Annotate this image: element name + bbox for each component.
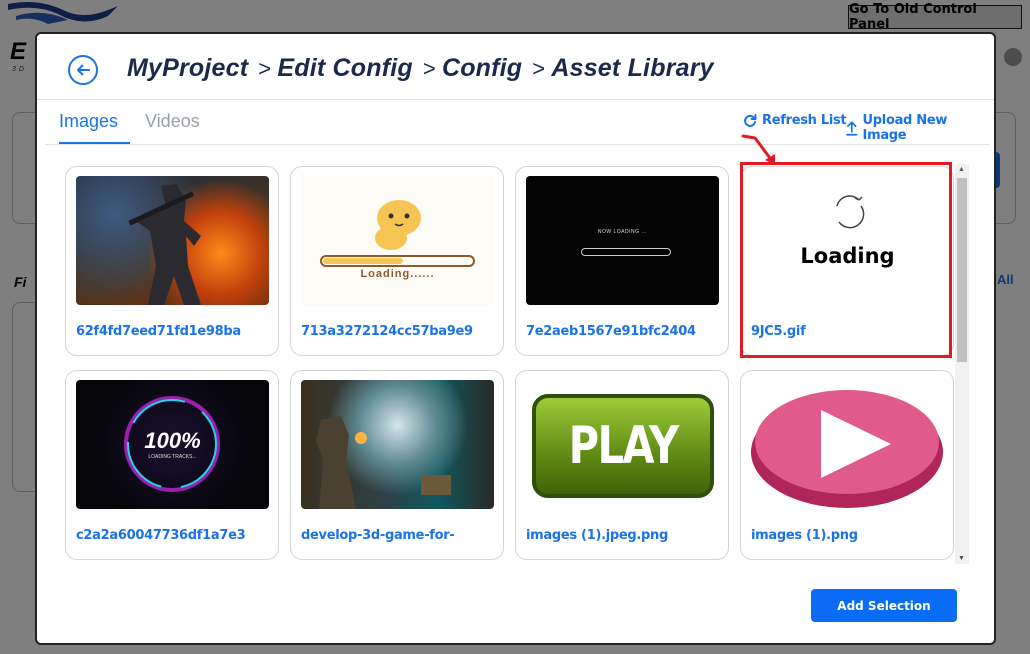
breadcrumb-separator: > bbox=[532, 55, 546, 81]
asset-card-label: 62f4fd7eed71fd1e98ba bbox=[76, 324, 241, 339]
loading-bar-graphic bbox=[581, 248, 671, 256]
scroll-down-icon[interactable]: ▼ bbox=[958, 555, 965, 562]
thumb-caption: NOW LOADING ... bbox=[597, 229, 648, 235]
breadcrumb: MyProject > Edit Config > Config > Asset… bbox=[127, 54, 714, 83]
hamster-icon bbox=[320, 200, 475, 267]
asset-card[interactable]: images (1).png bbox=[740, 370, 954, 560]
asset-card[interactable]: develop-3d-game-for- bbox=[290, 370, 504, 560]
play-button-image: PLAY bbox=[526, 380, 719, 509]
asset-card[interactable]: 100% LOADING TRACKS... c2a2a60047736df1a… bbox=[65, 370, 279, 560]
tab-videos[interactable]: Videos bbox=[145, 111, 200, 142]
modal-header: MyProject > Edit Config > Config > Asset… bbox=[37, 34, 994, 100]
grid-scrollbar[interactable]: ▲ ▼ bbox=[955, 164, 969, 564]
breadcrumb-separator: > bbox=[258, 55, 272, 81]
asset-card[interactable]: PLAY images (1).jpeg.png bbox=[515, 370, 729, 560]
upload-icon bbox=[846, 120, 858, 136]
pink-play-image bbox=[751, 380, 944, 509]
back-button[interactable] bbox=[68, 55, 98, 85]
breadcrumb-myproject[interactable]: MyProject bbox=[127, 54, 248, 83]
annotation-arrow-icon bbox=[741, 134, 775, 165]
play-button-graphic: PLAY bbox=[532, 394, 714, 498]
media-tabs: Images Videos Refresh List Upload New Im… bbox=[45, 101, 990, 145]
asset-card[interactable]: NOW LOADING ... 7e2aeb1567e91bfc2404 bbox=[515, 166, 729, 356]
breadcrumb-edit-config[interactable]: Edit Config bbox=[277, 54, 413, 83]
asset-library-modal: MyProject > Edit Config > Config > Asset… bbox=[35, 32, 996, 645]
soldier-silhouette-icon bbox=[316, 416, 451, 509]
refresh-icon bbox=[744, 113, 757, 127]
soldier-fire-image bbox=[76, 176, 269, 305]
refresh-list-label: Refresh List bbox=[762, 113, 847, 128]
soldiers-street-image bbox=[301, 380, 494, 509]
upload-new-image-label: Upload New Image bbox=[862, 113, 948, 143]
breadcrumb-separator: > bbox=[422, 55, 436, 81]
asset-card-label: c2a2a60047736df1a7e3 bbox=[76, 528, 246, 543]
thumb-caption: 100% bbox=[144, 428, 201, 453]
asset-card-label: develop-3d-game-for- bbox=[301, 528, 455, 543]
add-selection-button[interactable]: Add Selection bbox=[811, 589, 957, 622]
asset-card-label: images (1).png bbox=[751, 528, 858, 543]
thumb-caption: Loading...... bbox=[360, 268, 435, 280]
thumb-subcaption: LOADING TRACKS... bbox=[148, 454, 197, 460]
soldier-silhouette-icon bbox=[128, 184, 201, 305]
asset-card-label: images (1).jpeg.png bbox=[526, 528, 669, 543]
asset-card-label: 713a3272124cc57ba9e9 bbox=[301, 324, 473, 339]
asset-card-label: 7e2aeb1567e91bfc2404 bbox=[526, 324, 696, 339]
asset-card[interactable]: 62f4fd7eed71fd1e98ba bbox=[65, 166, 279, 356]
upload-new-image-button[interactable]: Upload New Image bbox=[846, 113, 990, 143]
loading-ring-image: 100% LOADING TRACKS... bbox=[76, 380, 269, 509]
scroll-up-icon[interactable]: ▲ bbox=[958, 166, 965, 173]
arrow-left-icon bbox=[77, 64, 90, 76]
breadcrumb-config[interactable]: Config bbox=[442, 54, 522, 83]
scroll-thumb[interactable] bbox=[957, 178, 967, 362]
now-loading-image: NOW LOADING ... bbox=[526, 176, 719, 305]
pink-play-icon bbox=[751, 390, 943, 508]
breadcrumb-asset-library: Asset Library bbox=[551, 54, 714, 82]
selection-highlight bbox=[740, 162, 952, 358]
hamster-loading-image: Loading...... bbox=[301, 176, 494, 305]
asset-card[interactable]: Loading...... 713a3272124cc57ba9e9 bbox=[290, 166, 504, 356]
refresh-list-button[interactable]: Refresh List bbox=[743, 113, 847, 128]
thumb-caption: PLAY bbox=[568, 416, 680, 476]
tab-images[interactable]: Images bbox=[59, 111, 131, 144]
